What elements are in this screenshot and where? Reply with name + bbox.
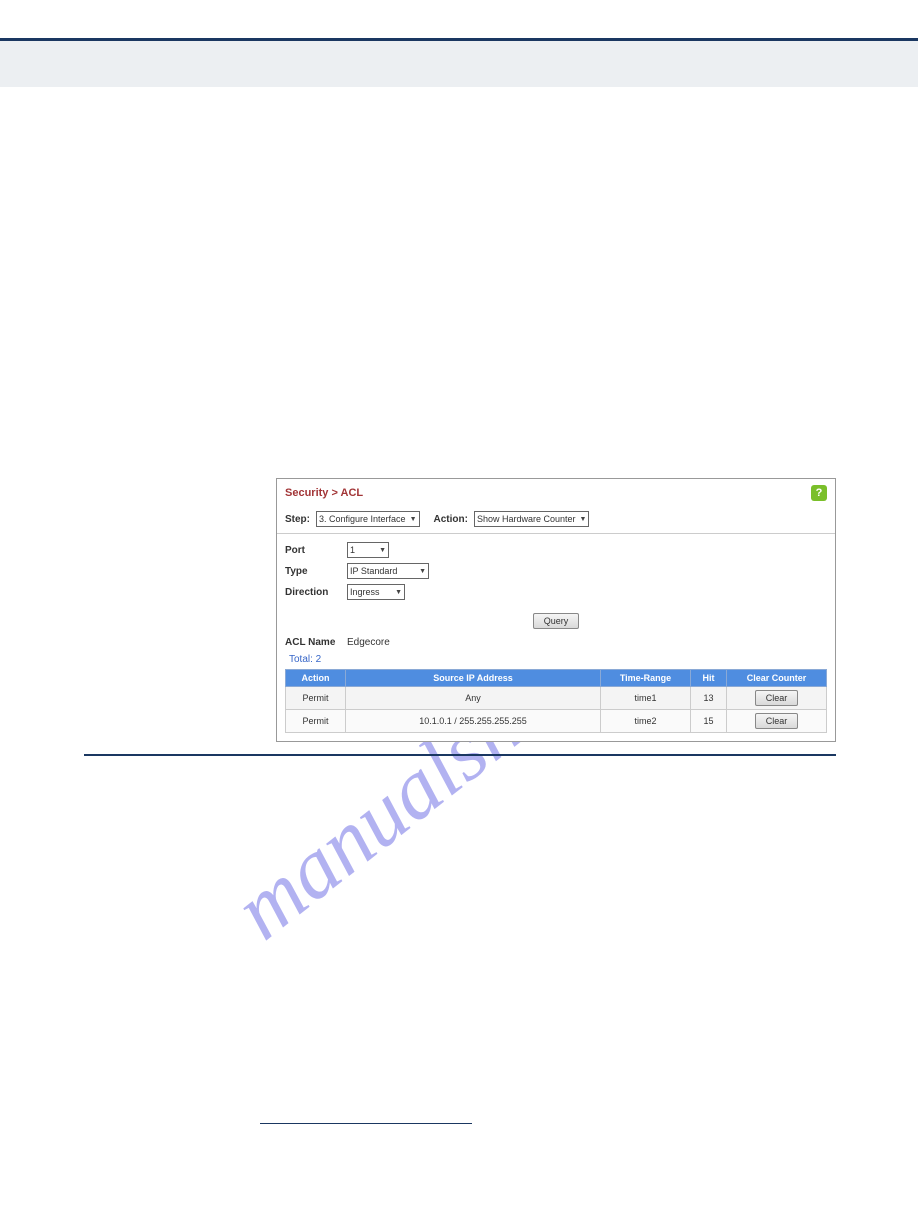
action-label: Action:: [434, 514, 468, 525]
type-select[interactable]: IP Standard ▼: [347, 563, 429, 579]
breadcrumb: Security > ACL: [285, 487, 363, 499]
chevron-down-icon: ▼: [580, 516, 587, 523]
cell-action: Permit: [286, 710, 346, 733]
clear-button[interactable]: Clear: [755, 713, 799, 729]
direction-label: Direction: [285, 587, 347, 598]
clear-button[interactable]: Clear: [755, 690, 799, 706]
acl-name-label: ACL Name: [285, 637, 347, 648]
cell-source: Any: [346, 687, 601, 710]
port-label: Port: [285, 545, 347, 556]
query-button[interactable]: Query: [533, 613, 580, 629]
type-value: IP Standard: [350, 566, 397, 576]
step-value: 3. Configure Interface: [319, 514, 406, 524]
col-time: Time-Range: [601, 670, 691, 687]
footnote-divider: [260, 1123, 472, 1124]
cell-time: time1: [601, 687, 691, 710]
help-icon[interactable]: ?: [811, 485, 827, 501]
chevron-down-icon: ▼: [395, 589, 402, 596]
direction-select[interactable]: Ingress ▼: [347, 584, 405, 600]
total-count: Total: 2: [277, 654, 835, 669]
acl-panel: Security > ACL ? Step: 3. Configure Inte…: [276, 478, 836, 742]
cell-hit: 15: [691, 710, 727, 733]
col-hit: Hit: [691, 670, 727, 687]
step-select[interactable]: 3. Configure Interface ▼: [316, 511, 420, 527]
cell-time: time2: [601, 710, 691, 733]
step-label: Step:: [285, 514, 310, 525]
cell-hit: 13: [691, 687, 727, 710]
table-row: Permit 10.1.0.1 / 255.255.255.255 time2 …: [286, 710, 827, 733]
col-action: Action: [286, 670, 346, 687]
section-divider: [84, 754, 836, 756]
action-select[interactable]: Show Hardware Counter ▼: [474, 511, 590, 527]
chevron-down-icon: ▼: [379, 547, 386, 554]
counter-table: Action Source IP Address Time-Range Hit …: [285, 669, 827, 733]
table-row: Permit Any time1 13 Clear: [286, 687, 827, 710]
port-value: 1: [350, 545, 355, 555]
port-select[interactable]: 1 ▼: [347, 542, 389, 558]
cell-action: Permit: [286, 687, 346, 710]
chevron-down-icon: ▼: [419, 568, 426, 575]
filter-row: Step: 3. Configure Interface ▼ Action: S…: [277, 505, 835, 534]
acl-name-value: Edgecore: [347, 637, 390, 648]
action-value: Show Hardware Counter: [477, 514, 576, 524]
chevron-down-icon: ▼: [410, 516, 417, 523]
col-clear: Clear Counter: [727, 670, 827, 687]
cell-source: 10.1.0.1 / 255.255.255.255: [346, 710, 601, 733]
direction-value: Ingress: [350, 587, 380, 597]
col-source: Source IP Address: [346, 670, 601, 687]
type-label: Type: [285, 566, 347, 577]
header-band: [0, 41, 918, 87]
